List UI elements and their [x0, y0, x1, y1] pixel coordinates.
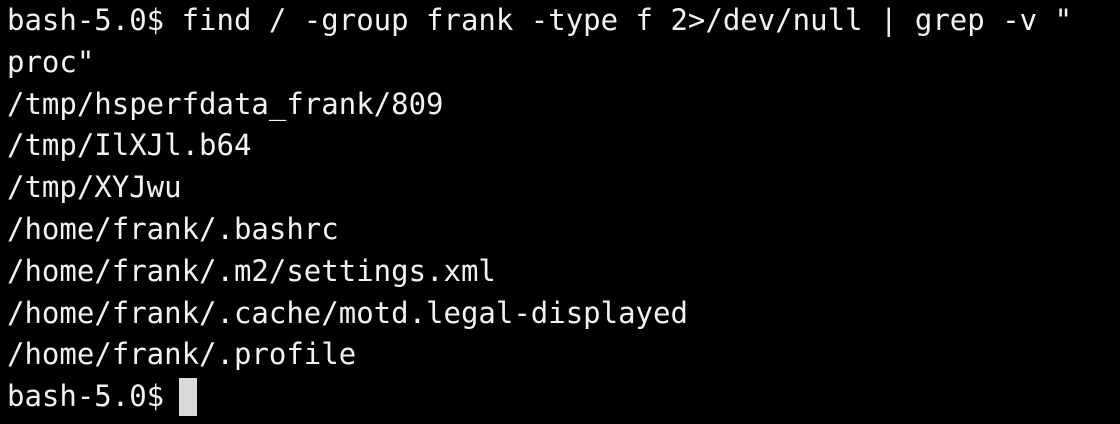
command-line: bash-5.0$ find / -group frank -type f 2>… [7, 3, 1073, 37]
terminal-window[interactable]: bash-5.0$ find / -group frank -type f 2>… [0, 0, 1120, 424]
output-line: /home/frank/.bashrc [7, 211, 339, 246]
active-prompt-line[interactable]: bash-5.0$ [7, 376, 1120, 418]
output-line: /tmp/IlXJl.b64 [7, 128, 252, 163]
output-line: /home/frank/.profile [7, 337, 357, 372]
shell-prompt: bash-5.0$ [7, 379, 165, 414]
output-line: /home/frank/.m2/settings.xml [7, 253, 496, 288]
command-line-wrap: proc" [7, 44, 95, 79]
text-cursor[interactable] [179, 378, 198, 417]
output-line: /tmp/XYJwu [7, 170, 182, 205]
output-line: /home/frank/.cache/motd.legal-displayed [7, 295, 688, 330]
output-line: /tmp/hsperfdata_frank/809 [7, 86, 444, 121]
